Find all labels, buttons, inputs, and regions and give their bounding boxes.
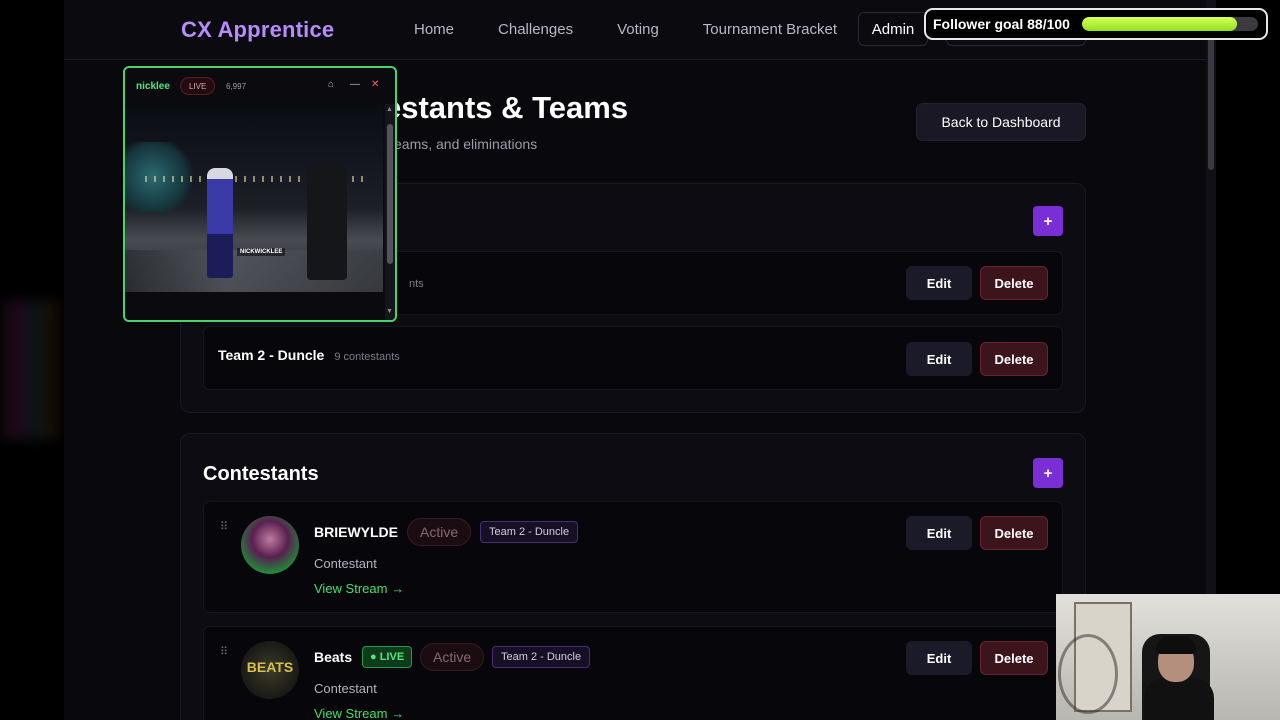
- team-count: nts: [409, 278, 424, 290]
- admin-button[interactable]: Admin: [858, 12, 928, 46]
- contestant-role: Contestant: [314, 681, 377, 696]
- view-stream-link[interactable]: View Stream →: [314, 581, 404, 596]
- scrollbar-thumb[interactable]: [1208, 34, 1214, 170]
- stream-video[interactable]: NICKWICKLEE: [125, 106, 383, 292]
- add-team-button[interactable]: +: [1033, 206, 1063, 236]
- live-badge: ● LIVE: [362, 646, 413, 668]
- back-to-dashboard-button[interactable]: Back to Dashboard: [916, 103, 1086, 141]
- avatar: BEATS: [241, 641, 299, 699]
- webcam-person-body: [1144, 678, 1214, 720]
- page-subtitle: eams, and eliminations: [394, 136, 538, 152]
- player-header: nicklee LIVE 6,997 ⌂ — ✕: [125, 68, 395, 104]
- video-watermark: NICKWICKLEE: [237, 248, 286, 256]
- delete-contestant-button[interactable]: Delete: [980, 516, 1048, 550]
- nav-link-voting[interactable]: Voting: [617, 21, 659, 38]
- contestant-row: ⠿ BEATS Beats ● LIVE Active Team 2 - Dun…: [203, 626, 1063, 720]
- status-badge: Active: [420, 643, 485, 671]
- player-scrollbar-thumb[interactable]: [387, 124, 393, 264]
- nav-link-tournament-bracket[interactable]: Tournament Bracket: [703, 21, 837, 38]
- avatar-logo-text: BEATS: [246, 659, 294, 675]
- webcam-overlay: [1056, 594, 1280, 720]
- floating-stream-player[interactable]: nicklee LIVE 6,997 ⌂ — ✕ NICKWICKLEE ▲ ▼: [123, 66, 397, 322]
- player-viewer-count: 6,997: [226, 82, 247, 91]
- contestant-name: Beats: [314, 649, 353, 665]
- page-title: estants & Teams: [384, 90, 629, 125]
- edit-team-button[interactable]: Edit: [906, 266, 972, 300]
- follower-goal-label: Follower goal 88/100: [933, 16, 1070, 32]
- webcam-beanie: [1156, 636, 1196, 654]
- follower-goal-fill: [1082, 17, 1237, 31]
- team-name: nts: [409, 274, 424, 290]
- player-channel-name[interactable]: nicklee: [136, 81, 170, 92]
- contestant-role: Contestant: [314, 556, 377, 571]
- brand-logo[interactable]: CX Apprentice: [181, 17, 334, 43]
- scroll-down-icon[interactable]: ▼: [386, 308, 393, 315]
- add-contestant-button[interactable]: +: [1033, 458, 1063, 488]
- nav-links: Home Challenges Voting Tournament Bracke…: [414, 21, 881, 38]
- team-row: Team 2 - Duncle 9 contestants Edit Delete: [203, 326, 1063, 390]
- status-badge: Active: [407, 518, 472, 546]
- contestant-name: BRIEWYLDE: [314, 524, 398, 540]
- video-person-blue-suit: [207, 168, 233, 278]
- view-stream-link[interactable]: View Stream →: [314, 706, 404, 720]
- nav-link-home[interactable]: Home: [414, 21, 454, 38]
- home-icon[interactable]: ⌂: [328, 79, 334, 90]
- player-scrollbar[interactable]: ▲ ▼: [385, 104, 395, 320]
- delete-team-button[interactable]: Delete: [980, 266, 1048, 300]
- team-badge: Team 2 - Duncle: [480, 521, 579, 543]
- team-name: Team 2 - Duncle 9 contestants: [218, 347, 400, 363]
- drag-handle-icon[interactable]: ⠿: [220, 647, 229, 658]
- webcam-bike: [1058, 634, 1118, 714]
- contestant-row: ⠿ BRIEWYLDE Active Team 2 - Duncle Conte…: [203, 501, 1063, 613]
- follower-goal-overlay: Follower goal 88/100: [924, 8, 1268, 40]
- edit-contestant-button[interactable]: Edit: [906, 516, 972, 550]
- nav-link-challenges[interactable]: Challenges: [498, 21, 573, 38]
- video-person-dark: [307, 162, 347, 280]
- avatar: [241, 516, 299, 574]
- scroll-up-icon[interactable]: ▲: [386, 106, 393, 113]
- follower-goal-track: [1082, 17, 1258, 31]
- team-badge: Team 2 - Duncle: [492, 646, 591, 668]
- drag-handle-icon[interactable]: ⠿: [220, 522, 229, 533]
- left-glitch-artifact: [0, 300, 64, 440]
- contestants-panel: Contestants + ⠿ BRIEWYLDE Active Team 2 …: [180, 433, 1086, 720]
- edit-team-button[interactable]: Edit: [906, 342, 972, 376]
- close-icon[interactable]: ✕: [371, 79, 379, 90]
- contestants-title: Contestants: [203, 463, 319, 485]
- player-live-badge: LIVE: [180, 77, 216, 95]
- team-count: 9 contestants: [334, 351, 400, 363]
- delete-contestant-button[interactable]: Delete: [980, 641, 1048, 675]
- edit-contestant-button[interactable]: Edit: [906, 641, 972, 675]
- minimize-icon[interactable]: —: [350, 79, 360, 90]
- delete-team-button[interactable]: Delete: [980, 342, 1048, 376]
